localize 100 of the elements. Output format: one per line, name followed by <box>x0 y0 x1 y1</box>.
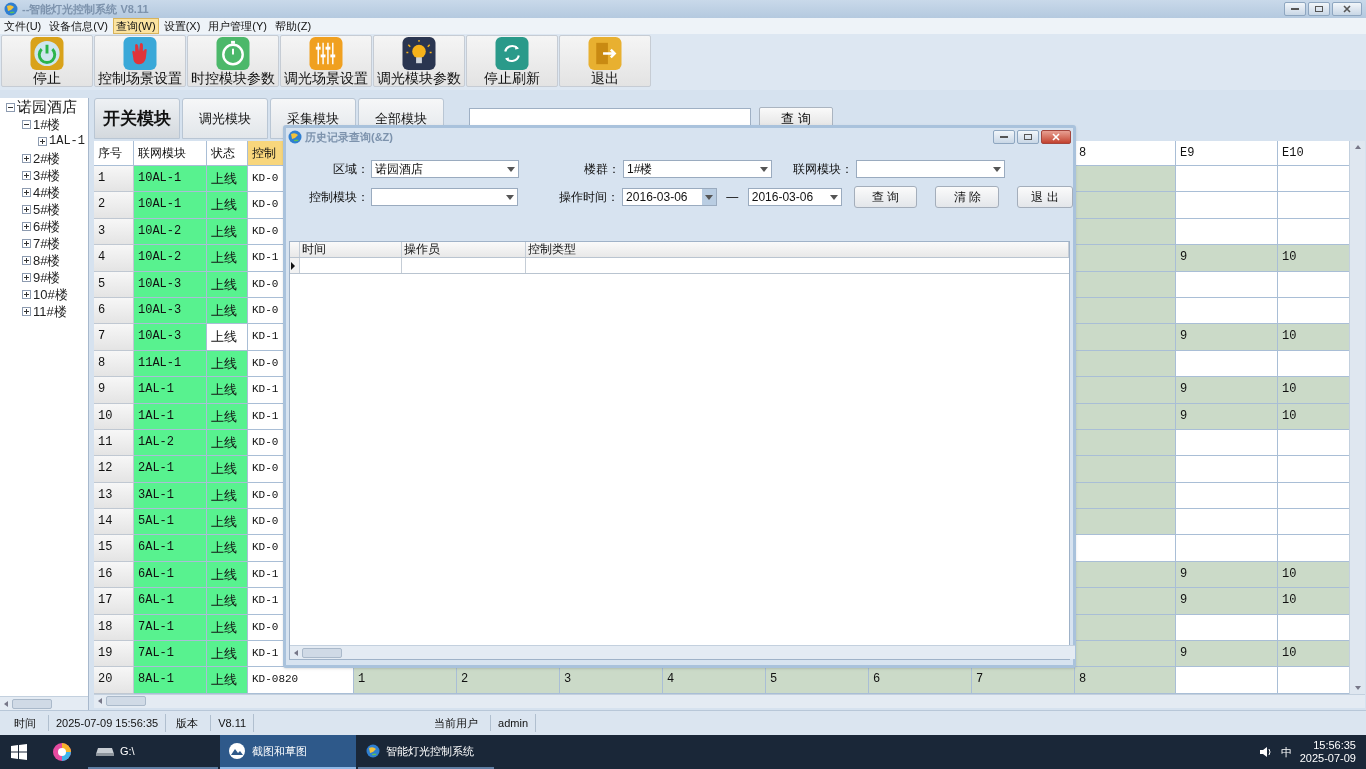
menu-item[interactable]: 查询(W) <box>112 18 159 34</box>
dialog-button[interactable]: 清 除 <box>935 186 1000 208</box>
table-cell: 10 <box>1278 377 1349 404</box>
horizontal-scrollbar[interactable] <box>290 645 1075 659</box>
tree-item[interactable]: 3#楼 <box>33 167 61 184</box>
collapse-icon[interactable] <box>6 102 15 112</box>
dropdown-field[interactable]: 1#楼 <box>623 160 772 178</box>
minimize-button[interactable] <box>993 130 1015 144</box>
column-header[interactable]: 联网模块 <box>134 141 207 166</box>
expand-icon[interactable] <box>22 205 31 214</box>
dropdown-field[interactable] <box>856 160 1005 178</box>
table-cell: 上线 <box>207 297 248 325</box>
minimize-button[interactable] <box>1284 2 1306 16</box>
vertical-scrollbar[interactable] <box>1349 141 1365 694</box>
maximize-button[interactable] <box>1308 2 1330 16</box>
toolbar-button[interactable]: 停止 <box>1 35 93 87</box>
column-header[interactable]: 序号 <box>94 141 134 166</box>
expand-icon[interactable] <box>22 273 31 282</box>
expand-icon[interactable] <box>22 256 31 265</box>
table-cell: KD-0820 <box>248 667 354 694</box>
toolbar-button[interactable]: 退出 <box>559 35 651 87</box>
table-cell: 上线 <box>207 271 248 298</box>
menu-item[interactable]: 用户管理(Y) <box>205 18 270 34</box>
column-header[interactable]: E9 <box>1176 141 1278 166</box>
taskbar-app[interactable]: G:\ <box>88 735 218 769</box>
tree-item[interactable]: 1AL-1 <box>49 133 85 150</box>
search-field[interactable] <box>469 108 751 128</box>
tree-item[interactable]: 5#楼 <box>33 201 61 218</box>
expand-icon[interactable] <box>22 154 31 163</box>
tree-item[interactable]: 4#楼 <box>33 184 61 201</box>
table-cell: 10 <box>1278 588 1349 615</box>
stopwatch-icon <box>216 37 250 70</box>
row-number: 17 <box>94 588 134 615</box>
expand-icon[interactable] <box>22 171 31 180</box>
dialog-button[interactable]: 查 询 <box>853 186 918 208</box>
column-header[interactable]: 控制类型 <box>526 242 1069 257</box>
module-tab[interactable]: 调光模块 <box>182 98 268 139</box>
menu-item[interactable]: 设置(X) <box>160 18 204 34</box>
collapse-icon[interactable] <box>22 120 31 129</box>
table-cell: 9 <box>1176 403 1278 430</box>
row-number: 12 <box>94 456 134 483</box>
scroll-thumb[interactable] <box>106 696 146 707</box>
color-wheel-icon[interactable] <box>52 742 72 762</box>
expand-icon[interactable] <box>22 290 31 299</box>
toolbar-button[interactable]: 调光模块参数 <box>373 35 465 87</box>
dropdown-field[interactable]: 2016-03-06 <box>622 188 717 206</box>
module-tab[interactable]: 开关模块 <box>94 98 180 139</box>
table-cell: 1 <box>354 667 457 694</box>
toolbar-button[interactable]: 调光场景设置 <box>280 35 372 87</box>
windows-start-icon[interactable] <box>11 744 27 760</box>
expand-icon[interactable] <box>22 239 31 248</box>
taskbar-app[interactable]: 截图和草图 <box>220 735 356 769</box>
column-header[interactable]: 8 <box>1075 141 1176 166</box>
drive-icon <box>96 746 114 756</box>
horizontal-scrollbar[interactable] <box>0 696 88 710</box>
column-header[interactable]: 状态 <box>207 141 248 166</box>
tree-item[interactable]: 诺园酒店 <box>17 98 77 116</box>
row-number: 11 <box>94 429 134 457</box>
field-label: 联网模块： <box>792 161 853 178</box>
tree-item[interactable]: 6#楼 <box>33 218 61 235</box>
globe-icon <box>4 2 18 16</box>
table-cell: 10 <box>1278 561 1349 589</box>
expand-icon[interactable] <box>22 188 31 197</box>
expand-icon[interactable] <box>38 137 47 146</box>
maximize-button[interactable] <box>1017 130 1039 144</box>
tree-item[interactable]: 11#楼 <box>33 303 67 320</box>
scroll-thumb[interactable] <box>12 698 52 709</box>
table-cell: 5AL-1 <box>134 509 207 536</box>
column-header[interactable]: 操作员 <box>402 242 526 257</box>
tree-item[interactable]: 7#楼 <box>33 235 61 252</box>
table-cell: 上线 <box>207 377 248 404</box>
dropdown-field[interactable] <box>370 188 519 206</box>
dropdown-field[interactable]: 2016-03-06 <box>747 188 842 206</box>
close-button[interactable] <box>1041 130 1071 144</box>
tree-item[interactable]: 10#楼 <box>33 286 68 303</box>
table-cell: 上线 <box>207 218 248 246</box>
speaker-icon[interactable] <box>1258 746 1273 758</box>
expand-icon[interactable] <box>22 222 31 231</box>
column-header[interactable]: 时间 <box>300 242 402 257</box>
table-cell: 1AL-2 <box>134 429 207 457</box>
table-cell: 上线 <box>207 456 248 483</box>
toolbar-button[interactable]: 时控模块参数 <box>187 35 279 87</box>
toolbar-button[interactable]: 控制场景设置 <box>94 35 186 87</box>
taskbar-app[interactable]: 智能灯光控制系统 <box>358 735 494 769</box>
ime-indicator[interactable]: 中 <box>1280 743 1292 761</box>
expand-icon[interactable] <box>22 307 31 316</box>
menu-item[interactable]: 帮助(Z) <box>272 18 315 34</box>
dropdown-arrow-icon <box>506 194 515 200</box>
menu-item[interactable]: 设备信息(V) <box>46 18 111 34</box>
dialog-button[interactable]: 退 出 <box>1017 186 1073 208</box>
tree-item[interactable]: 9#楼 <box>33 269 61 286</box>
toolbar-button[interactable]: 停止刷新 <box>466 35 558 87</box>
tree-item[interactable]: 8#楼 <box>33 252 61 269</box>
scroll-thumb[interactable] <box>302 647 342 658</box>
tree-item[interactable]: 1#楼 <box>33 116 61 133</box>
menu-item[interactable]: 文件(U) <box>1 18 45 34</box>
close-button[interactable] <box>1332 2 1362 16</box>
dropdown-field[interactable]: 诺园酒店 <box>371 160 519 178</box>
table-cell: 上线 <box>207 350 248 378</box>
tree-item[interactable]: 2#楼 <box>33 150 61 167</box>
